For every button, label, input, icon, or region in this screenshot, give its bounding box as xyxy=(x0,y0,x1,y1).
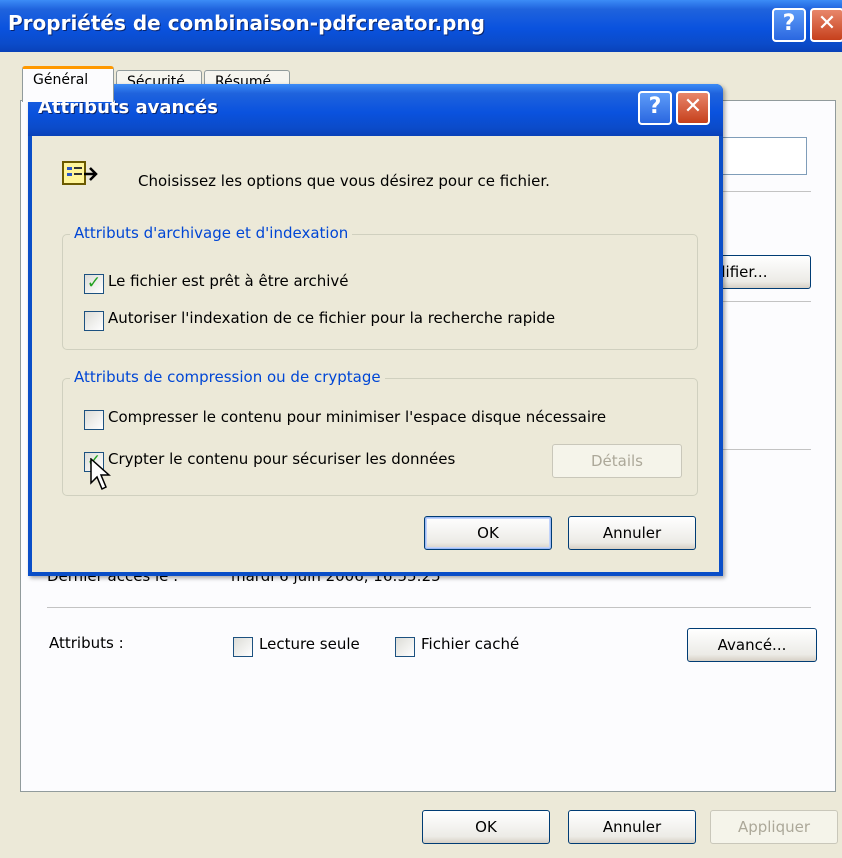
dialog-titlebar[interactable]: Attributs avancés ? ✕ xyxy=(28,84,723,136)
help-icon[interactable]: ? xyxy=(638,91,672,125)
hidden-label: Fichier caché xyxy=(421,635,520,653)
index-checkbox[interactable] xyxy=(84,311,104,331)
compress-groupbox xyxy=(62,378,698,496)
archive-group-title: Attributs d'archivage et d'indexation xyxy=(70,224,353,242)
dialog-body: Choisissez les options que vous désirez … xyxy=(32,136,719,572)
properties-icon xyxy=(62,161,98,185)
cancel-button[interactable]: Annuler xyxy=(568,810,696,844)
hidden-checkbox[interactable] xyxy=(395,637,415,657)
apply-button[interactable]: Appliquer xyxy=(710,810,838,844)
separator xyxy=(721,191,811,192)
separator xyxy=(721,301,811,302)
archive-checkbox[interactable]: ✓ xyxy=(84,274,104,294)
encrypt-label: Crypter le contenu pour sécuriser les do… xyxy=(108,450,456,468)
dialog-cancel-button[interactable]: Annuler xyxy=(568,516,696,550)
details-button[interactable]: Détails xyxy=(552,444,682,478)
mouse-cursor-icon xyxy=(90,458,111,491)
readonly-label: Lecture seule xyxy=(259,635,360,653)
window-titlebar[interactable]: Propriétés de combinaison-pdfcreator.png… xyxy=(0,0,842,52)
dialog-instruction: Choisissez les options que vous désirez … xyxy=(138,172,550,190)
compress-label: Compresser le contenu pour minimiser l'e… xyxy=(108,408,607,426)
archive-groupbox xyxy=(62,234,698,350)
readonly-checkbox[interactable] xyxy=(233,637,253,657)
compress-group-title: Attributs de compression ou de cryptage xyxy=(70,368,385,386)
tab-general[interactable]: Général xyxy=(22,66,114,102)
compress-checkbox[interactable] xyxy=(84,410,104,430)
advanced-button[interactable]: Avancé... xyxy=(687,628,817,662)
help-icon[interactable]: ? xyxy=(772,8,806,42)
advanced-attributes-dialog: Attributs avancés ? ✕ Choisissez les opt… xyxy=(28,84,723,576)
close-icon[interactable]: ✕ xyxy=(810,8,842,42)
attributes-label: Attributs : xyxy=(49,634,124,652)
dialog-ok-button[interactable]: OK xyxy=(424,516,552,550)
index-label: Autoriser l'indexation de ce fichier pou… xyxy=(108,309,556,327)
archive-label: Le fichier est prêt à être archivé xyxy=(108,272,349,290)
window-title: Propriétés de combinaison-pdfcreator.png xyxy=(8,11,485,35)
separator xyxy=(47,607,811,608)
ok-button[interactable]: OK xyxy=(422,810,550,844)
close-icon[interactable]: ✕ xyxy=(676,91,710,125)
separator xyxy=(721,449,811,450)
